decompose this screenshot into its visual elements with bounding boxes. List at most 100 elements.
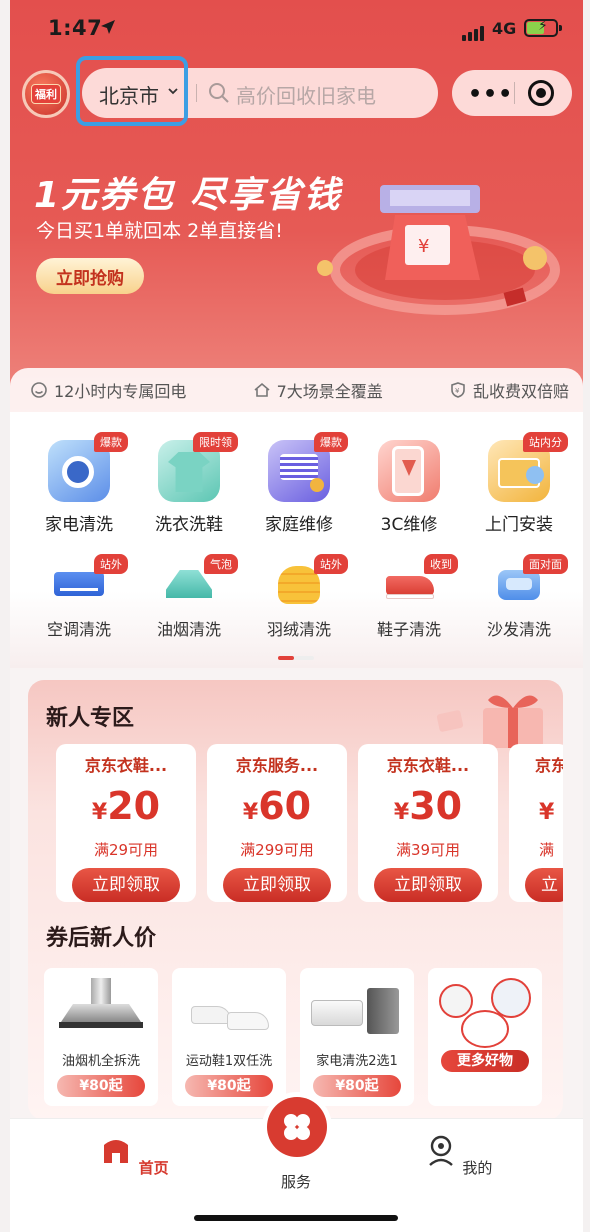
service-installation[interactable]: 站内分 上门安装 [464, 432, 574, 535]
profile-icon [428, 1135, 453, 1166]
currency-symbol: ¥ [242, 800, 259, 825]
coupon-condition: 满39可用 [395, 841, 461, 859]
tab-service[interactable]: 服务 [256, 1171, 336, 1192]
service-home-repair[interactable]: 爆款 家庭维修 [244, 432, 354, 535]
svg-text:¥: ¥ [418, 236, 429, 257]
product-card[interactable]: 家电清洗2选1 ¥80起 [300, 968, 414, 1106]
service-3c-repair[interactable]: 3C维修 [354, 440, 464, 535]
welfare-label: 福利 [31, 84, 61, 104]
close-target-icon[interactable] [528, 80, 554, 106]
service-tag: 面对面 [523, 554, 568, 574]
welfare-badge[interactable]: 福利 [22, 70, 70, 118]
appliance-image [311, 978, 403, 1044]
coupon-title: 京东衣鞋... [386, 756, 470, 775]
service-label: 羽绒清洗 [266, 620, 331, 639]
service-appliance-cleaning[interactable]: 爆款 家电清洗 [24, 432, 134, 535]
page-indicator [278, 656, 314, 660]
location-arrow-icon [101, 20, 115, 34]
coupon-condition: 满29可用 [93, 841, 159, 859]
tab-home[interactable]: 首页 [94, 1133, 174, 1178]
service-grid: 爆款 家电清洗 限时领 洗衣洗鞋 爆款 家庭维修 3C维修 站内分 上门安装 站… [10, 412, 583, 668]
shield-icon: ¥ [451, 382, 465, 398]
coupon-card-partial[interactable]: 京东 ¥ 满 立 [509, 744, 563, 902]
service-tag: 站外 [314, 554, 348, 574]
svg-text:¥: ¥ [455, 387, 460, 395]
service-tag: 气泡 [204, 554, 238, 574]
service-label: 家庭维修 [265, 515, 333, 535]
new-user-zone: 新人专区 京东衣鞋... ¥20 满29可用 立即领取 京东服务... ¥60 … [28, 680, 563, 1120]
coupon-amount: ¥20 [56, 784, 196, 835]
post-coupon-title: 券后新人价 [46, 926, 157, 951]
service-label: 沙发清洗 [486, 620, 551, 639]
more-icon[interactable]: ••• [468, 82, 513, 107]
claim-button[interactable]: 立即领取 [223, 868, 331, 902]
coupon-card[interactable]: 京东衣鞋... ¥30 满39可用 立即领取 [358, 744, 498, 902]
more-products-card[interactable]: 更多好物 [428, 968, 542, 1106]
product-name: 油烟机全拆洗 [61, 1054, 140, 1069]
home-icon [254, 382, 270, 397]
product-name: 运动鞋1双任洗 [185, 1054, 273, 1069]
service-range-hood-cleaning[interactable]: 气泡 油烟清洗 [134, 554, 244, 640]
grab-now-button[interactable]: 立即抢购 [36, 258, 144, 294]
coupon-value: 30 [409, 784, 463, 828]
product-card[interactable]: 油烟机全拆洗 ¥80起 [44, 968, 158, 1106]
more-products-image [439, 978, 531, 1048]
service-sofa-cleaning[interactable]: 面对面 沙发清洗 [464, 554, 574, 640]
search-icon [209, 83, 229, 103]
coupon-card[interactable]: 京东衣鞋... ¥20 满29可用 立即领取 [56, 744, 196, 902]
bottom-tab-bar: 首页 服务 我的 [10, 1097, 583, 1232]
feature-item: ¥ 乱收费双倍赔 [449, 378, 569, 402]
claim-button[interactable]: 立即领取 [72, 868, 180, 902]
product-price: ¥80起 [57, 1075, 145, 1097]
sneaker-image [183, 978, 275, 1044]
service-label: 鞋子清洗 [376, 620, 441, 639]
mini-program-capsule: ••• [452, 70, 572, 116]
service-label: 家电清洗 [45, 515, 113, 535]
mini-program-page: 1:47 4G ⚡ 福利 北京市 高价回收旧家电 ••• 1元券包 尽享省钱 今… [10, 0, 583, 1232]
search-input[interactable]: 高价回收旧家电 [236, 80, 376, 109]
feature-text: 乱收费双倍赔 [472, 382, 569, 401]
coupon-title: 京东衣鞋... [84, 756, 168, 775]
service-center-button[interactable] [267, 1097, 327, 1157]
product-price: ¥80起 [313, 1075, 401, 1097]
product-card[interactable]: 运动鞋1双任洗 ¥80起 [172, 968, 286, 1106]
app-frame: 1:47 4G ⚡ 福利 北京市 高价回收旧家电 ••• 1元券包 尽享省钱 今… [0, 0, 590, 1232]
service-tag: 收到 [424, 554, 458, 574]
coupon-card[interactable]: 京东服务... ¥60 满299可用 立即领取 [207, 744, 347, 902]
coupon-amount: ¥30 [358, 784, 498, 835]
feature-text: 7大场景全覆盖 [276, 382, 383, 401]
service-ac-cleaning[interactable]: 站外 空调清洗 [24, 554, 134, 640]
search-divider [196, 84, 197, 102]
coupon-amount: ¥60 [207, 784, 347, 835]
coupon-title: 京东服务... [235, 756, 319, 775]
coupon-condition: 满299可用 [240, 841, 314, 859]
feature-text: 12小时内专属回电 [54, 382, 187, 401]
claim-button[interactable]: 立 [525, 868, 563, 902]
tab-profile[interactable]: 我的 [418, 1133, 498, 1178]
service-tag: 爆款 [94, 432, 128, 452]
phone-repair-icon [378, 440, 440, 502]
city-selector-highlight [76, 56, 188, 126]
feature-item: 12小时内专属回电 [30, 378, 186, 402]
claim-button[interactable]: 立即领取 [374, 868, 482, 902]
product-price: ¥80起 [185, 1075, 273, 1097]
guarantee-strip: 12小时内专属回电 7大场景全覆盖 ¥ 乱收费双倍赔 [10, 368, 583, 412]
currency-symbol: ¥ [539, 800, 555, 825]
service-label: 3C维修 [380, 515, 438, 535]
coupon-value: 20 [107, 784, 161, 828]
service-tag: 限时领 [193, 432, 238, 452]
tab-label: 服务 [280, 1173, 311, 1191]
more-products-button[interactable]: 更多好物 [441, 1050, 529, 1072]
service-laundry[interactable]: 限时领 洗衣洗鞋 [134, 432, 244, 535]
tab-label: 我的 [462, 1159, 493, 1177]
coupon-package-illustration: ¥ [317, 185, 560, 315]
coupon-value: 60 [258, 784, 312, 828]
status-bar: 1:47 4G ⚡ [10, 0, 583, 60]
service-label: 油烟清洗 [156, 620, 221, 639]
service-label: 上门安装 [485, 515, 553, 535]
product-name: 家电清洗2选1 [316, 1054, 398, 1069]
coupon-condition: 满 [539, 841, 555, 859]
service-shoe-cleaning[interactable]: 收到 鞋子清洗 [354, 554, 464, 640]
service-down-cleaning[interactable]: 站外 羽绒清洗 [244, 554, 354, 640]
banner-subtitle: 今日买1单就回本 2单直接省! [36, 220, 283, 242]
